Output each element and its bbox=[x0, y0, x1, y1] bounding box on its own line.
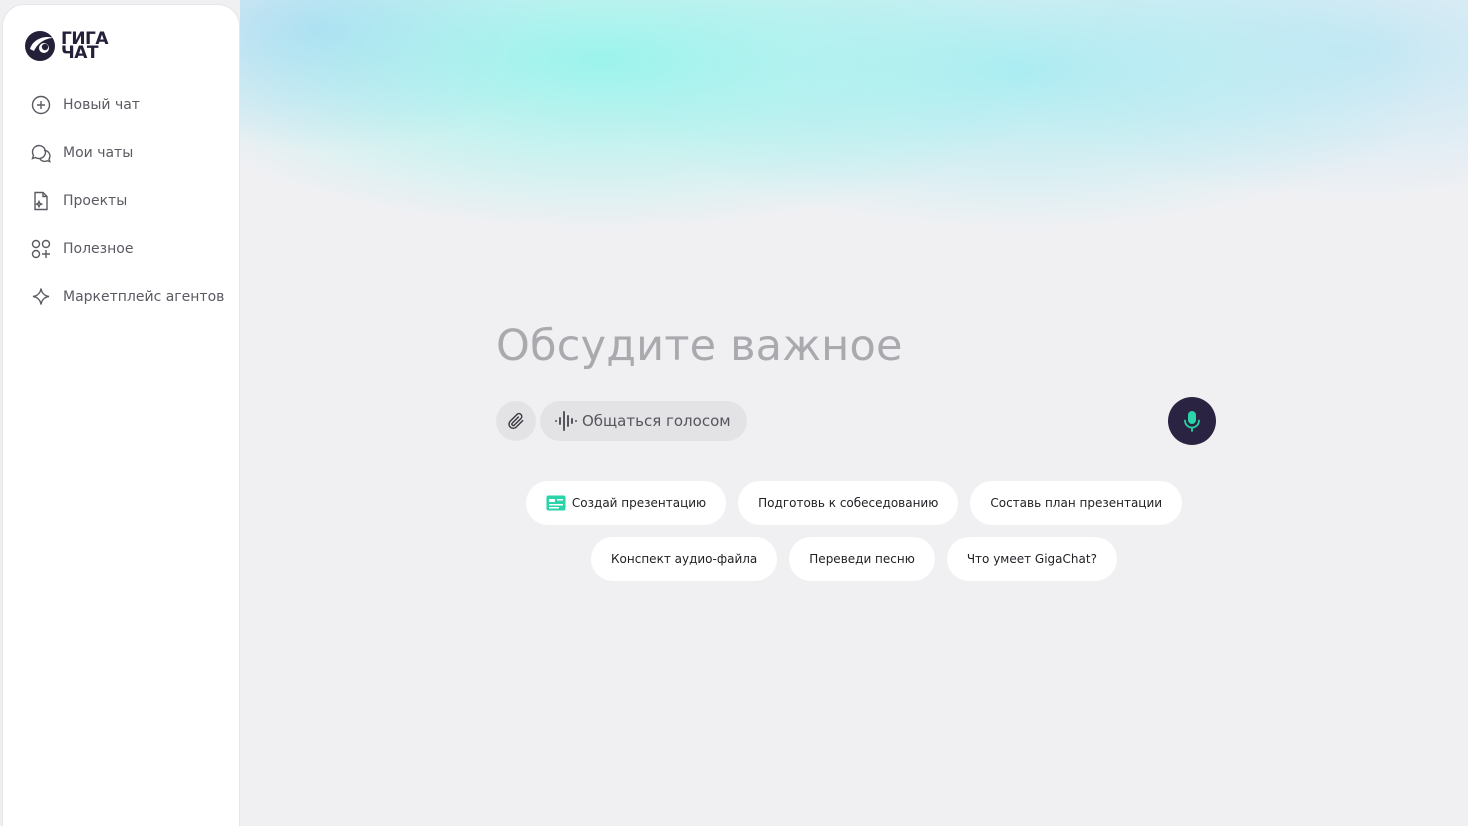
suggestion-chip-audio-summary[interactable]: Конспект аудио-файла bbox=[591, 537, 778, 581]
sparkle-icon bbox=[32, 288, 50, 305]
sidebar-item-label: Маркетплейс агентов bbox=[63, 289, 225, 305]
project-file-icon bbox=[34, 191, 48, 211]
plus-circle-icon bbox=[31, 95, 51, 115]
sidebar-item-label: Мои чаты bbox=[63, 145, 134, 161]
sidebar-item-my-chats[interactable]: Мои чаты bbox=[29, 129, 229, 177]
suggestion-chip-label: Подготовь к собеседованию bbox=[758, 496, 939, 510]
sidebar-nav: Новый чат Мои чаты Проекты Полезное Марк… bbox=[29, 81, 229, 321]
suggestion-chip-label: Что умеет GigaChat? bbox=[966, 552, 1097, 566]
sidebar-item-label: Проекты bbox=[63, 193, 128, 209]
suggestion-chip-presentation-plan[interactable]: Составь план презентации bbox=[970, 481, 1183, 525]
suggestion-chip-create-presentation[interactable]: Создай презентацию bbox=[525, 481, 727, 525]
app-root: ГИГА ЧАТ Новый чат Мои чаты Проекты Поле… bbox=[0, 0, 1468, 826]
sidebar-item-agent-marketplace[interactable]: Маркетплейс агентов bbox=[29, 273, 229, 321]
suggestion-chip-label: Создай презентацию bbox=[571, 496, 707, 510]
sidebar-item-useful[interactable]: Полезное bbox=[29, 225, 229, 273]
background-glow bbox=[240, 0, 1468, 320]
suggestion-row-2: Конспект аудио-файла Переведи песню Что … bbox=[240, 537, 1468, 581]
microphone-icon bbox=[1184, 411, 1200, 432]
message-input[interactable]: Обсудите важное bbox=[496, 316, 1216, 376]
composer-toolbar: Общаться голосом bbox=[496, 397, 1216, 445]
suggestion-chips: Создай презентацию Подготовь к собеседов… bbox=[240, 481, 1468, 593]
chat-bubbles-icon bbox=[31, 144, 51, 163]
soundwave-icon bbox=[555, 411, 577, 431]
attach-button[interactable] bbox=[496, 401, 536, 441]
chat-composer: Обсудите важное Общаться голосом bbox=[496, 316, 1216, 445]
sidebar-item-label: Полезное bbox=[63, 241, 134, 257]
sidebar-item-projects[interactable]: Проекты bbox=[29, 177, 229, 225]
voice-chat-button[interactable]: Общаться голосом bbox=[540, 401, 747, 441]
suggestion-chip-label: Составь план презентации bbox=[990, 496, 1163, 510]
paperclip-icon bbox=[508, 412, 524, 430]
grid-plus-icon bbox=[31, 239, 51, 259]
sidebar: ГИГА ЧАТ Новый чат Мои чаты Проекты Поле… bbox=[2, 4, 240, 826]
suggestion-chip-what-can-gigachat[interactable]: Что умеет GigaChat? bbox=[946, 537, 1117, 581]
microphone-button[interactable] bbox=[1168, 397, 1216, 445]
suggestion-chip-label: Переведи песню bbox=[809, 552, 915, 566]
sidebar-item-new-chat[interactable]: Новый чат bbox=[29, 81, 229, 129]
suggestion-chip-label: Конспект аудио-файла bbox=[611, 552, 758, 566]
suggestion-row-1: Создай презентацию Подготовь к собеседов… bbox=[240, 481, 1468, 525]
logo-mark-icon bbox=[25, 31, 55, 61]
suggestion-chip-translate-song[interactable]: Переведи песню bbox=[789, 537, 935, 581]
sidebar-item-label: Новый чат bbox=[63, 97, 140, 113]
gigachat-logo[interactable]: ГИГА ЧАТ bbox=[23, 29, 109, 63]
logo-line-2: ЧАТ bbox=[61, 43, 99, 63]
suggestion-chip-interview-prep[interactable]: Подготовь к собеседованию bbox=[738, 481, 959, 525]
voice-chat-label: Общаться голосом bbox=[582, 412, 731, 430]
logo-wordmark: ГИГА ЧАТ bbox=[61, 31, 109, 63]
presentation-icon bbox=[546, 495, 566, 511]
